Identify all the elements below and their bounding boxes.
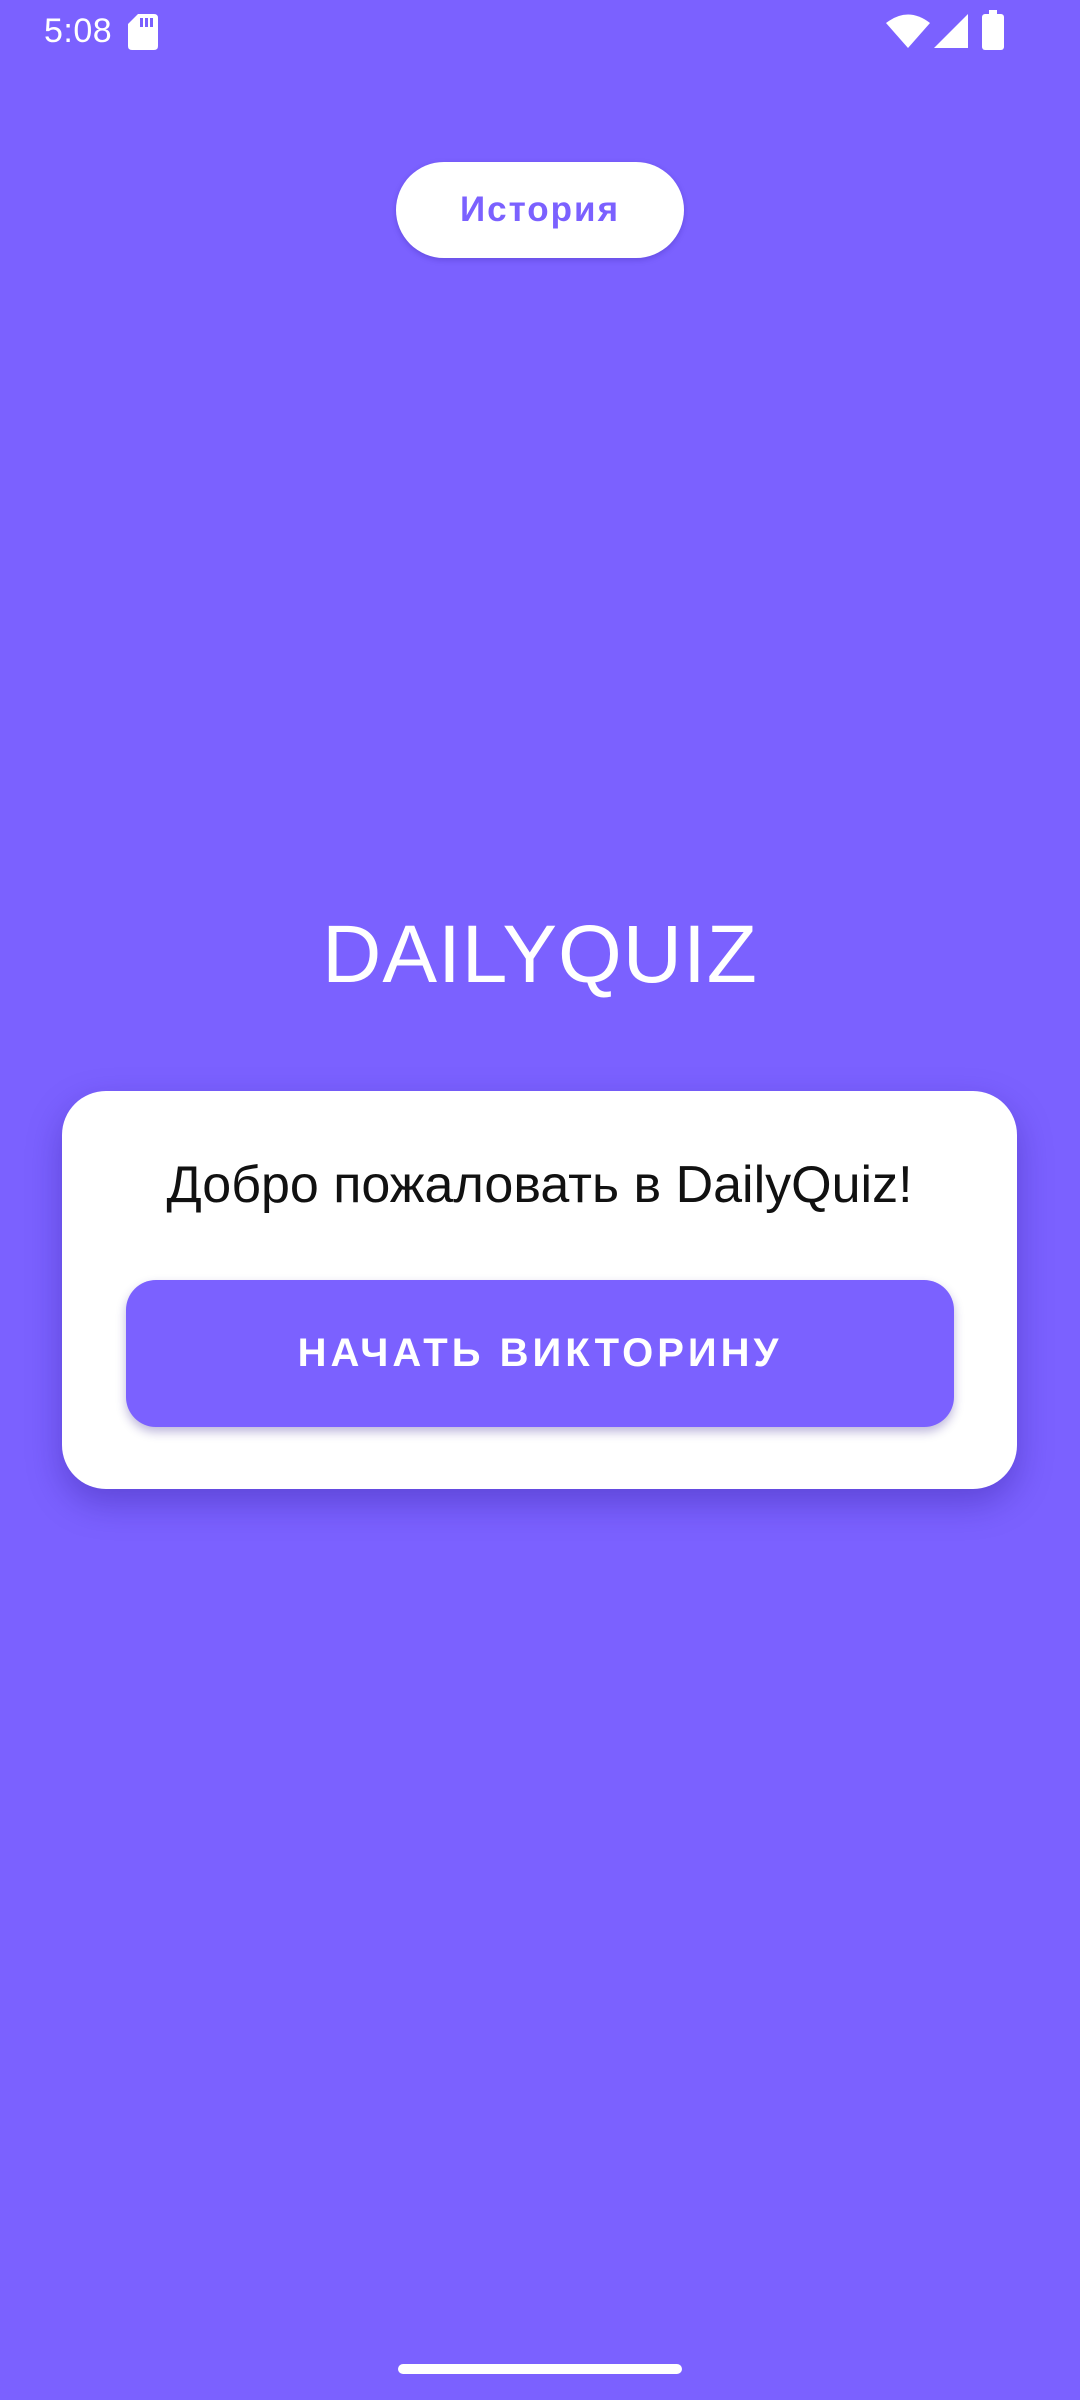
welcome-text: Добро пожаловать в DailyQuiz! <box>166 1156 913 1214</box>
app-title: DAILYQUIZ <box>322 909 758 1000</box>
sd-card-icon <box>128 14 158 50</box>
gesture-navigation-bar[interactable] <box>398 2364 682 2374</box>
history-button[interactable]: История <box>396 162 684 258</box>
welcome-card: Добро пожаловать в DailyQuiz! НАЧАТЬ ВИК… <box>62 1091 1017 1489</box>
status-time: 5:08 <box>44 12 113 50</box>
signal-icon <box>934 14 968 48</box>
wifi-icon <box>886 14 930 48</box>
start-quiz-button[interactable]: НАЧАТЬ ВИКТОРИНУ <box>126 1280 954 1427</box>
battery-icon <box>982 10 1004 50</box>
status-bar: 5:08 <box>0 0 1080 64</box>
